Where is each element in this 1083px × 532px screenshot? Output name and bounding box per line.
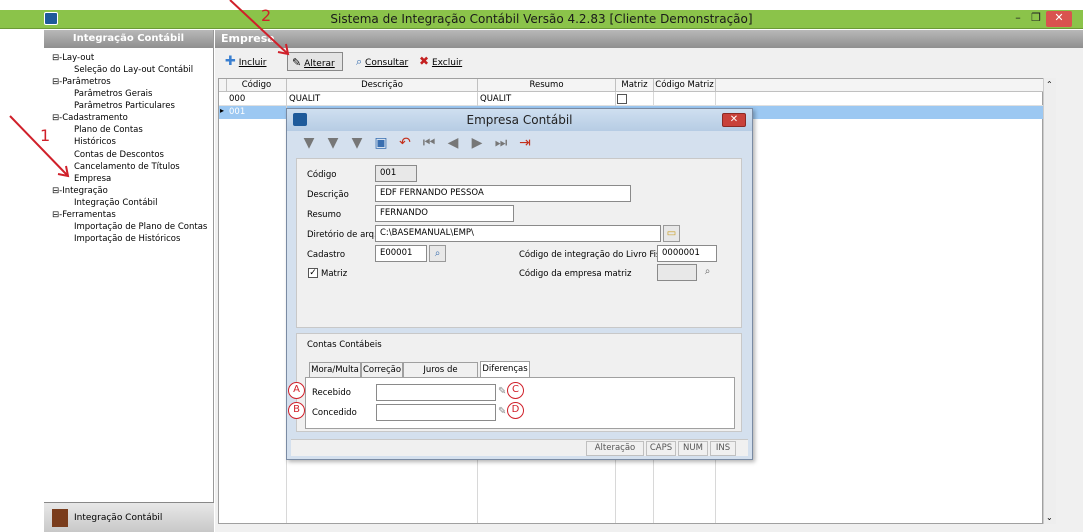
annotation-arrows xyxy=(9,0,290,178)
arrow-2 xyxy=(229,0,289,55)
arrow-1 xyxy=(9,115,69,177)
